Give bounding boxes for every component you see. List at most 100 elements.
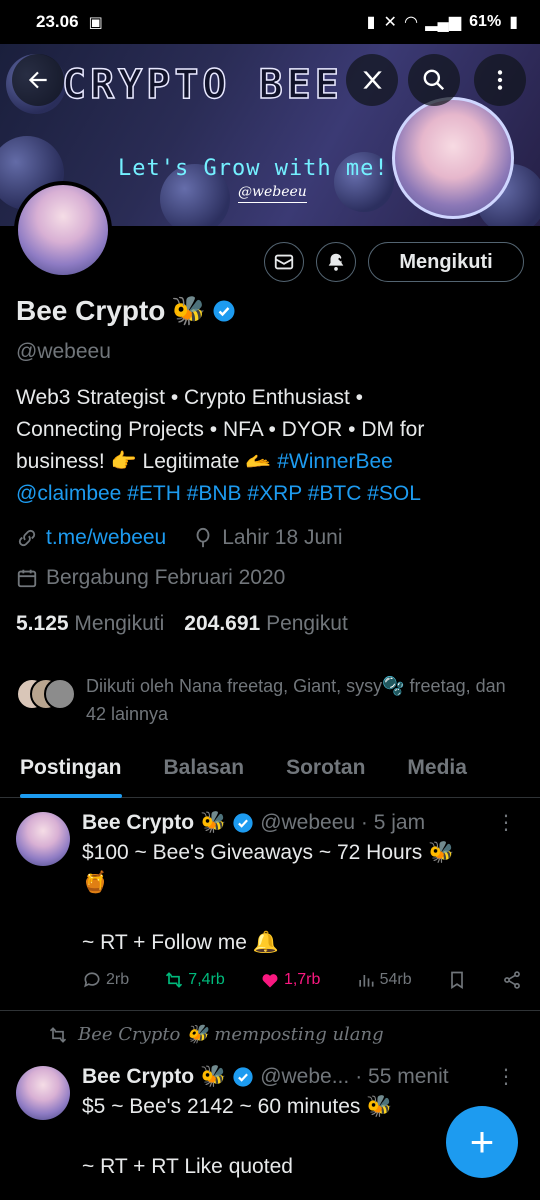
heart-icon [262, 974, 278, 988]
translate-icon [363, 71, 382, 89]
repost-icon [166, 972, 183, 988]
mini-avatar [44, 678, 76, 710]
banner-handle: @webeeu [238, 184, 307, 203]
repost-button[interactable]: 7,4rb [164, 970, 225, 990]
views-count: 54rb [379, 971, 412, 988]
reply-count: 2rb [106, 971, 130, 988]
following-count: 5.125 [16, 612, 69, 635]
bio-text: business! 👉 Legitimate 🫴 [16, 450, 278, 473]
tweet-avatar[interactable] [16, 812, 70, 866]
repost-icon [49, 1026, 67, 1043]
followers-label: Pengikut [266, 612, 348, 635]
tweet-actions: 2rb 7,4rb 1,7rb 54rb [82, 970, 522, 990]
bookmark-button[interactable] [447, 970, 467, 990]
tweet-header: Bee Crypto 🐝 @webeeu · 5 jam [82, 810, 425, 835]
followed-by-text: Diikuti oleh Nana freetag, Giant, sysy🫧 … [86, 676, 506, 724]
profile-meta: t.me/webeeu Lahir 18 Juni [16, 526, 343, 550]
status-bar: 23.06 ▣ ▮ ✕ ◠ ▂▄▆ 61% ▮ [0, 0, 540, 44]
tweet-text: $100 ~ Bee's Giveaways ~ 72 Hours 🐝 🍯 ~ … [82, 841, 455, 954]
website-link[interactable]: t.me/webeeu [46, 526, 166, 550]
bio-links[interactable]: @claimbee #ETH #BNB #XRP #BTC #SOL [16, 478, 526, 510]
banner-subtitle: Let's Grow with me! [118, 156, 389, 181]
tweet-more-icon[interactable]: ⋮ [496, 810, 516, 835]
bio-line: Connecting Projects • NFA • DYOR • DM fo… [16, 418, 425, 441]
balloon-icon [196, 527, 210, 548]
banner-portrait [392, 97, 514, 219]
bio-line: business! 👉 Legitimate 🫴 #WinnerBee [16, 446, 526, 478]
gallery-icon: ▣ [88, 14, 103, 31]
views-button[interactable]: 54rb [356, 970, 412, 990]
tweet-avatar[interactable] [16, 1066, 70, 1120]
tweet-handle: @webe... [260, 1064, 350, 1088]
profile-name: Bee Crypto [16, 294, 166, 326]
calendar-icon [17, 569, 37, 588]
wifi-icon: ◠ [404, 14, 418, 31]
battery-level: 61% [469, 13, 502, 30]
joined-text: Bergabung Februari 2020 [46, 566, 286, 589]
reply-icon [84, 972, 100, 988]
compose-button[interactable]: + [446, 1106, 518, 1178]
profile-tabs: Postingan Balasan Sorotan Media [0, 746, 540, 798]
bee-emoji: 🐝 [200, 1064, 227, 1088]
verified-badge-icon [233, 1066, 253, 1087]
repost-count: 7,4rb [188, 971, 225, 988]
followed-by[interactable]: Diikuti oleh Nana freetag, Giant, sysy🫧 … [16, 672, 526, 728]
bio-line: Web3 Strategist • Crypto Enthusiast • [16, 386, 363, 409]
more-button[interactable] [474, 54, 526, 106]
followers-stat[interactable]: 204.691 Pengikut [184, 612, 348, 636]
bee-emoji: 🐝 [200, 810, 227, 834]
tab-media[interactable]: Media [407, 746, 467, 798]
envelope-icon [274, 254, 294, 270]
search-button[interactable] [408, 54, 460, 106]
views-icon [358, 975, 374, 987]
status-time: 23.06 [36, 12, 79, 31]
tweet-author[interactable]: Bee Crypto [82, 811, 194, 835]
link-icon [18, 529, 36, 547]
tab-posts[interactable]: Postingan [20, 746, 122, 798]
profile-name-row: Bee Crypto 🐝 [16, 294, 236, 327]
message-button[interactable] [264, 242, 304, 282]
birthday-text: Lahir 18 Juni [222, 526, 343, 549]
profile-avatar[interactable] [14, 181, 112, 279]
bee-emoji: 🐝 [171, 294, 207, 327]
back-button[interactable] [12, 54, 64, 106]
following-label: Mengikuti [74, 612, 165, 635]
tab-replies[interactable]: Balasan [164, 746, 245, 798]
banner-title: CRYPTO BEE [61, 61, 343, 109]
tweet-divider [0, 1010, 540, 1011]
like-count: 1,7rb [283, 971, 321, 988]
followed-by-avatars [16, 678, 76, 712]
verified-badge-icon [233, 812, 253, 833]
share-button[interactable] [502, 970, 522, 990]
mute-icon: ✕ [383, 14, 397, 31]
followers-count: 204.691 [184, 612, 261, 635]
bookmark-icon [450, 971, 463, 990]
repost-notice-text[interactable]: Bee Crypto 🐝 memposting ulang [78, 1024, 384, 1045]
profile-joined: Bergabung Februari 2020 [16, 566, 285, 590]
more-icon [497, 70, 503, 90]
battery-saver-icon: ▮ [366, 14, 376, 31]
signal-icon: ▂▄▆ [425, 14, 462, 31]
like-button[interactable]: 1,7rb [260, 970, 320, 990]
profile-bio: Web3 Strategist • Crypto Enthusiast • Co… [16, 382, 526, 510]
battery-icon: ▮ [509, 14, 518, 31]
reply-button[interactable]: 2rb [82, 970, 129, 990]
repost-notice: Bee Crypto 🐝 memposting ulang [48, 1024, 384, 1045]
bell-check-icon [328, 253, 345, 271]
hashtag-winnerbee-link[interactable]: #WinnerBee [277, 450, 393, 473]
notify-button[interactable] [316, 242, 356, 282]
following-button[interactable]: Mengikuti [368, 242, 524, 282]
tweet-more-icon[interactable]: ⋮ [496, 1064, 516, 1089]
search-icon [423, 69, 445, 91]
following-stat[interactable]: 5.125 Mengikuti [16, 612, 164, 636]
tweet-author[interactable]: Bee Crypto [82, 1065, 194, 1089]
back-icon [28, 71, 47, 89]
tweet-handle-time: @webeeu · 5 jam [260, 810, 426, 834]
tweet-header: Bee Crypto 🐝 @webe... · 55 menit [82, 1064, 449, 1089]
tweet-time: · 55 menit [355, 1064, 449, 1088]
translate-button[interactable] [346, 54, 398, 106]
follow-stats: 5.125 Mengikuti 204.691 Pengikut [16, 612, 348, 636]
plus-icon: + [469, 1118, 495, 1165]
tab-highlights[interactable]: Sorotan [286, 746, 365, 798]
share-icon [504, 971, 520, 989]
